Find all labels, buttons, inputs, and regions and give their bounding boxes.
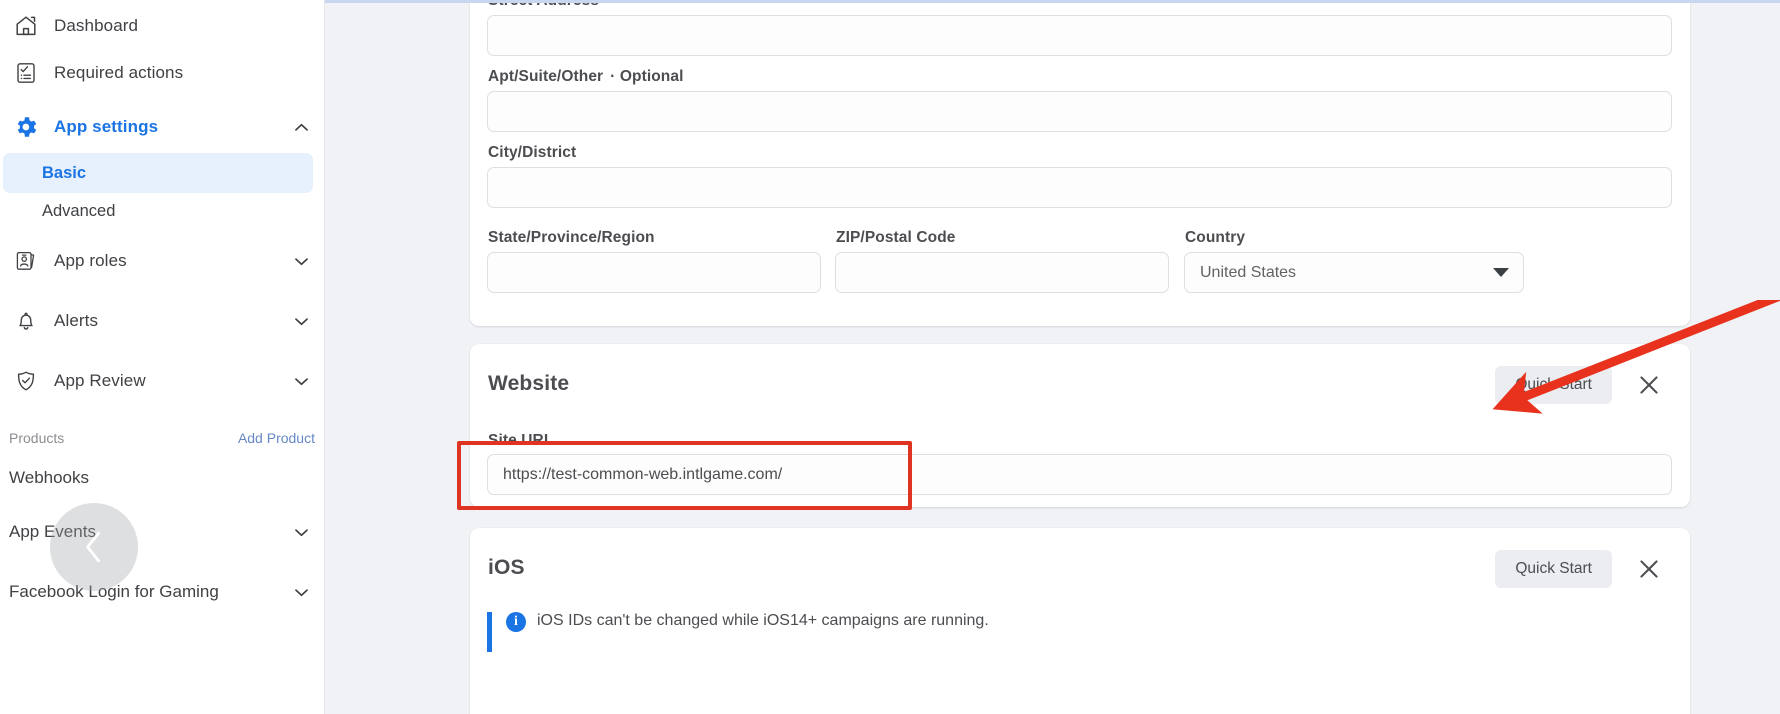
sidebar-item-label: Dashboard	[54, 16, 139, 35]
sidebar-item-label: App Review	[54, 371, 146, 390]
state-province-region-input[interactable]	[487, 252, 821, 293]
sidebar-item-label: App roles	[54, 251, 127, 270]
bell-icon	[12, 307, 40, 335]
sidebar-item-webhooks[interactable]: Webhooks	[0, 458, 324, 498]
home-icon	[12, 12, 40, 40]
website-close-icon[interactable]	[1632, 368, 1666, 402]
country-label: Country	[1185, 229, 1246, 246]
sidebar-item-label: Alerts	[54, 311, 99, 330]
state-province-region-label: State/Province/Region	[488, 229, 655, 246]
ios-close-icon[interactable]	[1632, 552, 1666, 586]
ios-info-banner: i iOS IDs can't be changed while iOS14+ …	[487, 612, 989, 652]
apt-suite-other-label: Apt/Suite/Other	[488, 68, 604, 85]
top-progress-rule	[325, 0, 1780, 3]
chevron-up-icon[interactable]	[291, 117, 311, 137]
checklist-icon	[12, 59, 40, 87]
ios-quick-start-button[interactable]: Quick Start	[1495, 550, 1612, 588]
apt-suite-other-optional: · Optional	[610, 68, 684, 85]
sidebar-item-label: App settings	[54, 117, 159, 136]
website-card-title: Website	[488, 372, 570, 395]
sidebar-item-required-actions[interactable]: Required actions	[0, 51, 324, 95]
gear-icon	[12, 113, 40, 141]
country-select[interactable]: United States	[1184, 252, 1524, 293]
chevron-down-icon[interactable]	[291, 582, 311, 602]
products-label: Products	[9, 430, 65, 446]
chevron-left-icon	[86, 531, 101, 563]
sidebar-collapse-button[interactable]	[50, 503, 138, 591]
sidebar-subitem-advanced[interactable]: Advanced	[3, 191, 313, 231]
site-url-value: https://test-common-web.intlgame.com/	[503, 465, 783, 483]
chevron-down-icon[interactable]	[291, 251, 311, 271]
city-district-input[interactable]	[487, 167, 1672, 208]
shield-check-icon	[12, 367, 40, 395]
sidebar-item-dashboard[interactable]: Dashboard	[0, 4, 324, 48]
ios-banner-text: iOS IDs can't be changed while iOS14+ ca…	[537, 612, 989, 629]
sidebar: Dashboard Required actions App settings …	[0, 0, 325, 714]
contact-info-card: Street Address Apt/Suite/Other · Optiona…	[470, 0, 1690, 326]
sidebar-item-app-events[interactable]: App Events	[0, 512, 324, 552]
zip-postal-code-label: ZIP/Postal Code	[836, 229, 956, 246]
chevron-down-icon	[1493, 268, 1509, 277]
city-district-label: City/District	[488, 144, 577, 161]
chevron-down-icon[interactable]	[291, 522, 311, 542]
apt-suite-other-input[interactable]	[487, 91, 1672, 132]
app-root: Dashboard Required actions App settings …	[0, 0, 1780, 714]
sidebar-subitem-basic[interactable]: Basic	[3, 153, 313, 193]
site-url-input[interactable]: https://test-common-web.intlgame.com/	[487, 454, 1672, 495]
sidebar-subitem-label: Basic	[42, 163, 87, 182]
site-url-label: Site URL	[488, 432, 554, 449]
sidebar-item-app-roles[interactable]: App roles	[0, 239, 324, 283]
id-card-icon	[12, 247, 40, 275]
sidebar-item-facebook-login-for-gaming[interactable]: Facebook Login for Gaming	[0, 572, 324, 612]
ios-card: iOS Quick Start i iOS IDs can't be chang…	[470, 528, 1690, 714]
sidebar-item-app-review[interactable]: App Review	[0, 359, 324, 403]
chevron-down-icon[interactable]	[291, 371, 311, 391]
website-card: Website Quick Start Site URL https://tes…	[470, 344, 1690, 507]
products-section-header: Products Add Product	[9, 427, 315, 449]
sidebar-subitem-label: Advanced	[42, 201, 116, 220]
sidebar-item-alerts[interactable]: Alerts	[0, 299, 324, 343]
main-content: Street Address Apt/Suite/Other · Optiona…	[325, 0, 1780, 714]
apt-suite-other-label-group: Apt/Suite/Other · Optional	[488, 68, 684, 86]
sidebar-item-label: Required actions	[54, 63, 184, 82]
info-icon: i	[506, 612, 526, 632]
chevron-down-icon[interactable]	[291, 311, 311, 331]
sidebar-item-app-settings[interactable]: App settings	[0, 105, 324, 149]
add-product-link[interactable]: Add Product	[238, 430, 315, 446]
zip-postal-code-input[interactable]	[835, 252, 1169, 293]
street-address-input[interactable]	[487, 15, 1672, 56]
sidebar-item-label: Webhooks	[9, 468, 90, 487]
ios-card-title: iOS	[488, 556, 525, 579]
website-quick-start-button[interactable]: Quick Start	[1495, 366, 1612, 404]
country-select-value: United States	[1200, 263, 1297, 281]
